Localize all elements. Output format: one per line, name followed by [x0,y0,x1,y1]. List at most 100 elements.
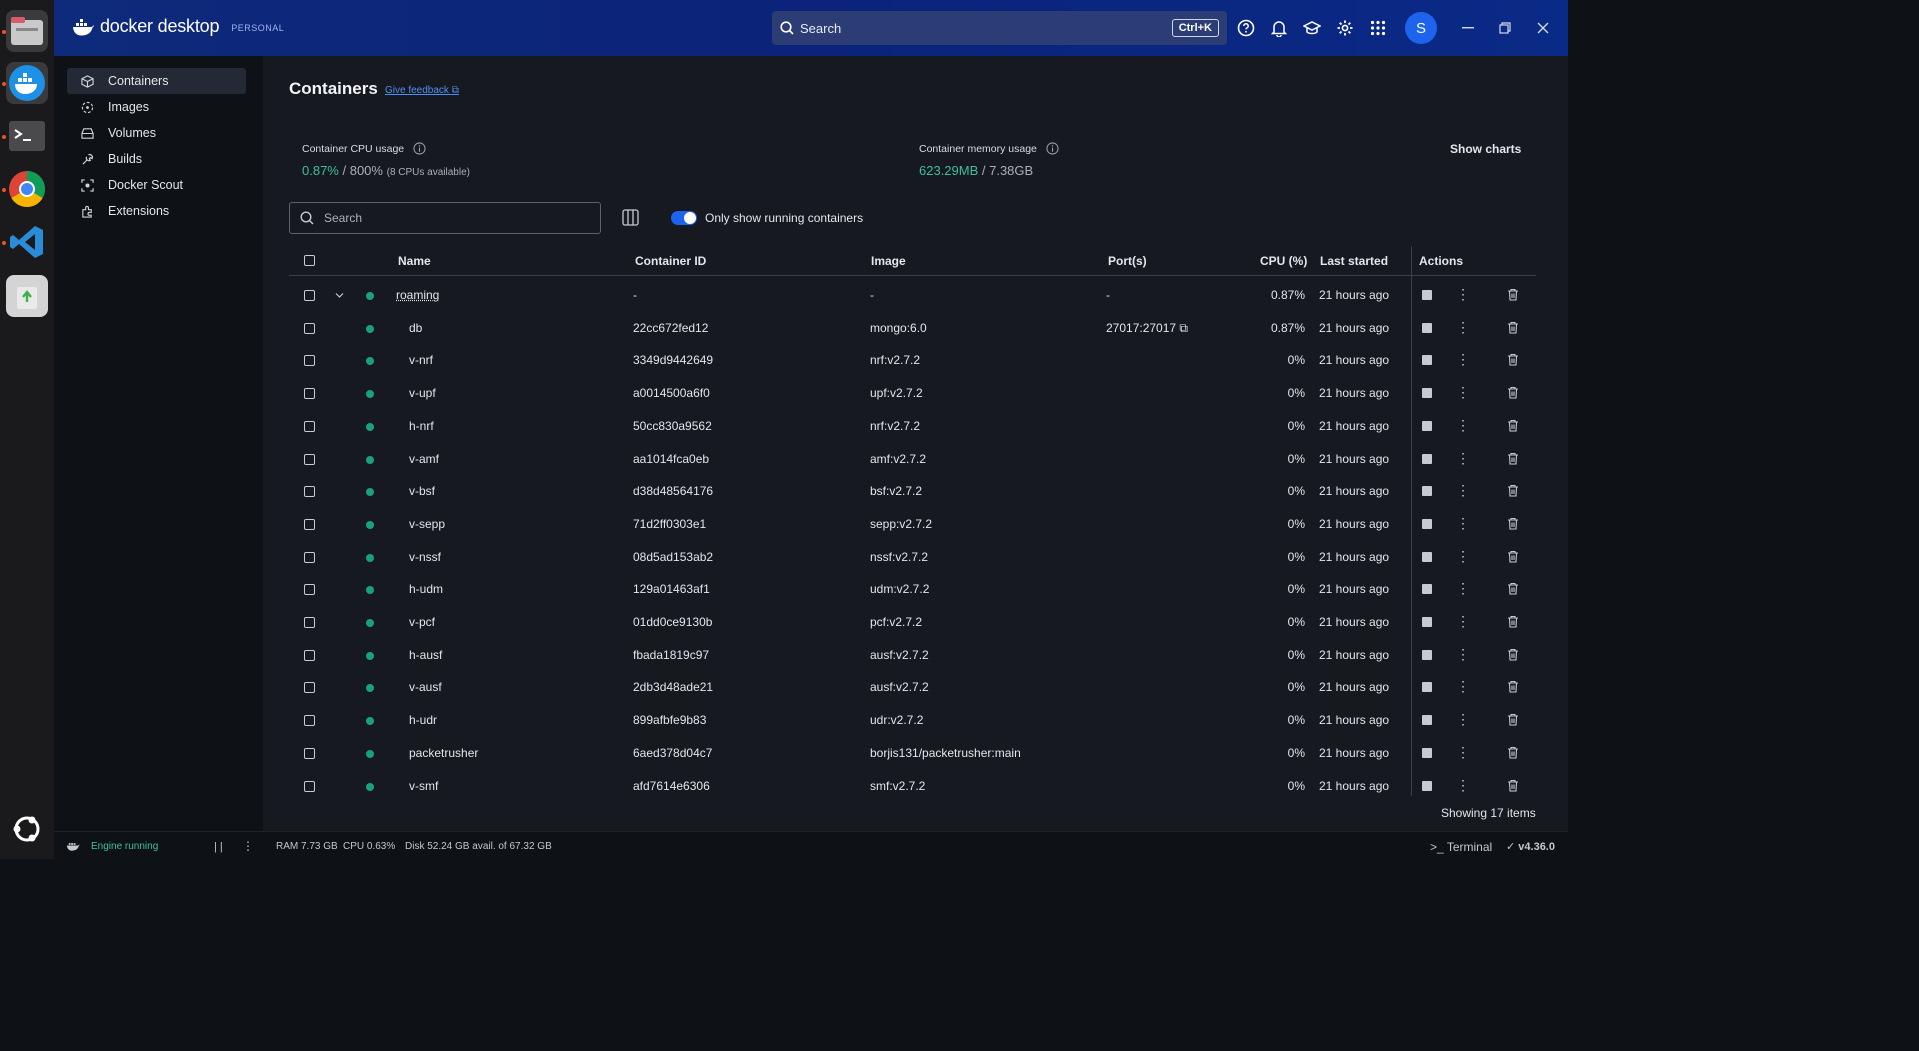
engine-menu-icon[interactable]: ⋮ [242,839,254,853]
container-name[interactable]: v-upf [409,386,436,400]
chevron-down-icon[interactable] [335,292,344,299]
row-checkbox[interactable] [304,584,315,596]
more-actions-icon[interactable]: ⋮ [1456,778,1470,792]
delete-icon[interactable] [1507,353,1519,366]
stop-button[interactable] [1422,780,1432,791]
more-actions-icon[interactable]: ⋮ [1456,352,1470,366]
close-icon[interactable] [1533,18,1553,38]
info-icon[interactable] [1046,142,1059,155]
container-image[interactable]: ausf:v2.7.2 [870,648,929,662]
stop-button[interactable] [1422,551,1432,562]
stop-button[interactable] [1422,420,1432,431]
container-search-input[interactable]: Search [289,202,601,234]
more-actions-icon[interactable]: ⋮ [1456,516,1470,530]
container-image[interactable]: smf:v2.7.2 [870,779,925,793]
sidebar-item-builds[interactable]: Builds [67,146,246,172]
more-actions-icon[interactable]: ⋮ [1456,287,1470,301]
settings-gear-icon[interactable] [1334,17,1356,39]
container-name[interactable]: db [409,321,422,335]
delete-icon[interactable] [1507,680,1519,693]
stop-button[interactable] [1422,682,1432,693]
table-row[interactable]: h-udm 129a01463af1 udm:v2.7.2 0% 21 hours ag… [289,573,1536,606]
delete-icon[interactable] [1507,517,1519,530]
more-actions-icon[interactable]: ⋮ [1456,614,1470,628]
trash-icon[interactable] [6,275,48,317]
container-name[interactable]: v-bsf [409,484,435,498]
table-row[interactable]: v-nssf 08d5ad153ab2 nssf:v2.7.2 0% 21 hours … [289,541,1536,574]
container-image[interactable]: - [870,288,874,302]
learning-center-icon[interactable] [1301,17,1323,39]
table-row[interactable]: packetrusher 6aed378d04c7 borjis131/packet… [289,737,1536,770]
more-actions-icon[interactable]: ⋮ [1456,320,1470,334]
table-row[interactable]: v-nrf 3349d9442649 nrf:v2.7.2 0% 21 hours ag… [289,344,1536,377]
container-name[interactable]: roaming [396,288,439,302]
container-ports[interactable]: 27017:27017 ⧉ [1106,321,1188,336]
stop-button[interactable] [1422,388,1432,399]
row-checkbox[interactable] [304,322,315,334]
stop-button[interactable] [1422,747,1432,758]
global-search[interactable]: Search Ctrl+K [772,11,1227,45]
row-checkbox[interactable] [304,290,315,301]
stop-button[interactable] [1422,486,1432,497]
more-actions-icon[interactable]: ⋮ [1456,549,1470,563]
row-checkbox[interactable] [304,617,315,628]
row-checkbox[interactable] [304,420,315,432]
sidebar-item-docker-scout[interactable]: Docker Scout [67,172,246,198]
delete-icon[interactable] [1507,713,1519,726]
container-name[interactable]: h-ausf [409,648,442,662]
user-avatar[interactable]: S [1405,12,1437,44]
minimize-icon[interactable] [1458,18,1478,38]
delete-icon[interactable] [1507,321,1519,334]
table-row[interactable]: v-amf aa1014fca0eb amf:v2.7.2 0% 21 hours ag… [289,443,1536,476]
delete-icon[interactable] [1507,615,1519,628]
sidebar-item-volumes[interactable]: Volumes [67,120,246,146]
more-actions-icon[interactable]: ⋮ [1456,451,1470,465]
delete-icon[interactable] [1507,288,1519,301]
terminal-icon[interactable] [6,115,48,157]
stop-button[interactable] [1422,715,1432,726]
row-checkbox[interactable] [304,355,315,367]
table-row[interactable]: v-upf a0014500a6f0 upf:v2.7.2 0% 21 hours ag… [289,377,1536,410]
table-row[interactable]: h-udr 899afbfe9b83 udr:v2.7.2 0% 21 hours ag… [289,704,1536,737]
more-actions-icon[interactable]: ⋮ [1456,418,1470,432]
table-row[interactable]: v-pcf 01dd0ce9130b pcf:v2.7.2 0% 21 hours ag… [289,606,1536,639]
column-cpu[interactable]: CPU (%) [1260,254,1307,268]
give-feedback-link[interactable]: Give feedback ⧉ [385,85,459,96]
delete-icon[interactable] [1507,779,1519,792]
notifications-icon[interactable] [1268,17,1290,39]
terminal-button[interactable]: >_ Terminal [1430,840,1492,854]
delete-icon[interactable] [1507,648,1519,661]
container-image[interactable]: mongo:6.0 [870,321,927,335]
table-row[interactable]: v-smf afd7614e6306 smf:v2.7.2 0% 21 hours ag… [289,770,1536,803]
container-name[interactable]: h-udr [409,713,437,727]
container-image[interactable]: udm:v2.7.2 [870,582,929,596]
column-container-id[interactable]: Container ID [635,254,706,268]
more-actions-icon[interactable]: ⋮ [1456,745,1470,759]
container-image[interactable]: bsf:v2.7.2 [870,484,922,498]
column-name[interactable]: Name [398,254,431,268]
container-name[interactable]: v-nrf [409,353,433,367]
row-checkbox[interactable] [304,453,315,465]
vscode-icon[interactable] [6,221,48,263]
stop-button[interactable] [1422,649,1432,660]
row-checkbox[interactable] [304,486,315,498]
running-only-toggle[interactable] [671,211,697,225]
delete-icon[interactable] [1507,550,1519,563]
stop-button[interactable] [1422,617,1432,627]
delete-icon[interactable] [1507,452,1519,465]
container-image[interactable]: ausf:v2.7.2 [870,680,929,694]
container-image[interactable]: pcf:v2.7.2 [870,615,922,629]
container-name[interactable]: v-amf [409,452,439,466]
more-actions-icon[interactable]: ⋮ [1456,712,1470,726]
column-ports[interactable]: Port(s) [1108,254,1147,268]
show-apps-icon[interactable] [6,808,48,850]
row-checkbox[interactable] [304,518,315,530]
table-row[interactable]: db 22cc672fed12 mongo:6.0 27017:27017 ⧉ 0.87… [289,312,1536,345]
container-name[interactable]: v-smf [409,779,438,793]
files-icon[interactable] [6,10,48,52]
more-actions-icon[interactable]: ⋮ [1456,679,1470,693]
stop-button[interactable] [1422,322,1432,333]
container-name[interactable]: packetrusher [409,746,478,760]
container-image[interactable]: upf:v2.7.2 [870,386,923,400]
container-image[interactable]: udr:v2.7.2 [870,713,923,727]
